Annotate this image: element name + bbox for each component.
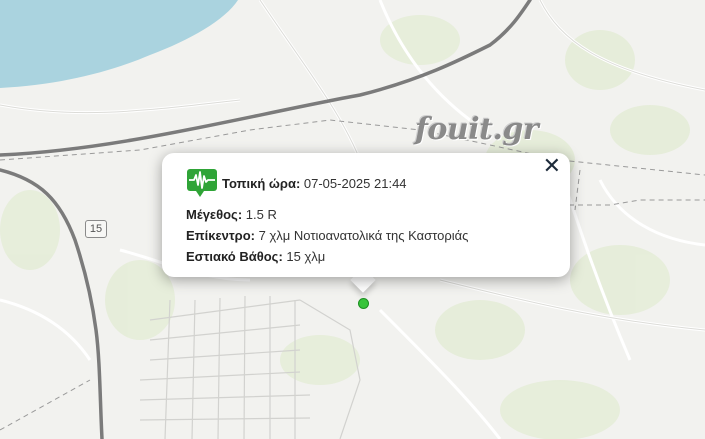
epicenter-label: Επίκεντρο: xyxy=(186,228,255,243)
road-shield: 15 xyxy=(85,220,107,238)
depth-row: Εστιακό Βάθος: 15 χλμ xyxy=(186,249,540,265)
local-time-value: 07-05-2025 21:44 xyxy=(300,175,407,191)
local-time-row: Τοπική ώρα: 07-05-2025 21:44 xyxy=(186,167,540,199)
epicenter-value: 7 χλμ Νοτιοανατολικά της Καστοριάς xyxy=(255,228,469,243)
earthquake-popup: ✕ Τοπική ώρα: 07-05-2025 21:44 Μέγεθος: … xyxy=(162,153,570,277)
depth-label: Εστιακό Βάθος: xyxy=(186,249,283,264)
seismograph-icon xyxy=(187,169,217,197)
magnitude-label: Μέγεθος: xyxy=(186,207,243,222)
close-icon[interactable]: ✕ xyxy=(543,155,561,177)
epicenter-row: Επίκεντρο: 7 χλμ Νοτιοανατολικά της Καστ… xyxy=(186,228,540,244)
popup-content: Τοπική ώρα: 07-05-2025 21:44 Μέγεθος: 1.… xyxy=(186,167,540,265)
magnitude-row: Μέγεθος: 1.5 R xyxy=(186,207,540,223)
local-time-label: Τοπική ώρα: xyxy=(222,175,301,191)
earthquake-marker[interactable] xyxy=(358,298,369,309)
depth-value: 15 χλμ xyxy=(282,249,326,264)
magnitude-value: 1.5 R xyxy=(242,207,277,222)
watermark-logo: fouit.gr xyxy=(415,112,539,147)
map-view[interactable]: fouit.gr 15 ✕ Τοπική ώρα: 07-05-2025 21:… xyxy=(0,0,705,439)
